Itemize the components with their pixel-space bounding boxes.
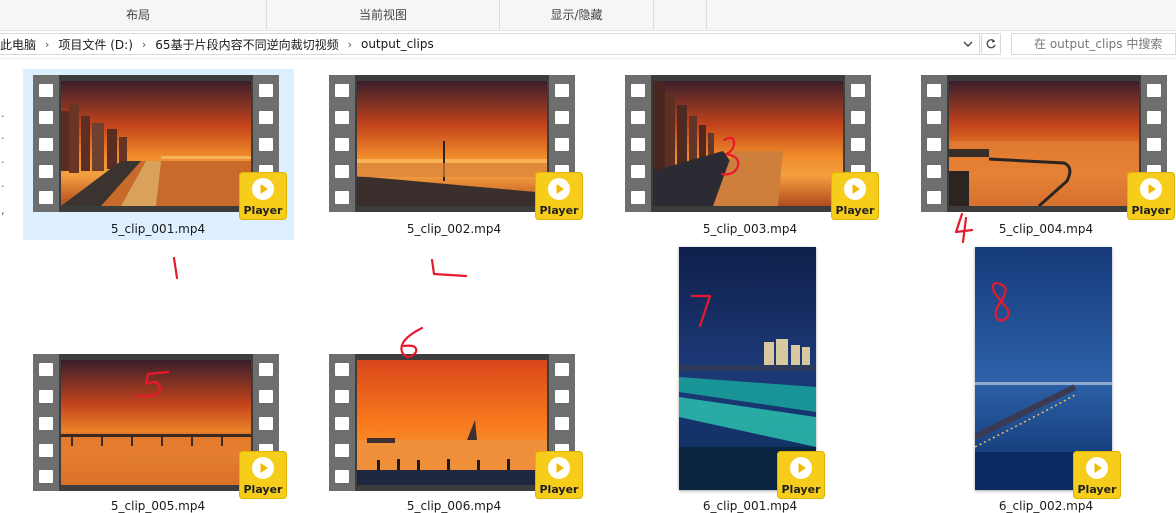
ribbon-group-label: 当前视图 <box>358 8 407 22</box>
chevron-right-icon[interactable]: › <box>42 38 52 51</box>
ribbon-bar: 布局 当前视图 显示/隐藏 <box>0 0 1176 31</box>
ribbon-group-empty <box>654 0 707 30</box>
file-name[interactable]: 5_clip_001.mp4 <box>38 222 278 236</box>
player-badge: Player <box>535 172 583 220</box>
ribbon-group-layout[interactable]: 布局 <box>10 0 267 30</box>
play-icon <box>548 457 570 479</box>
file-name[interactable]: 5_clip_003.mp4 <box>630 222 870 236</box>
video-frame-image <box>61 360 251 485</box>
file-name[interactable]: 6_clip_002.mp4 <box>926 499 1166 513</box>
annotation-6 <box>400 326 424 359</box>
annotation-1 <box>172 256 179 280</box>
video-frame-image <box>357 360 547 485</box>
play-icon <box>252 457 274 479</box>
player-label: Player <box>781 483 821 496</box>
player-label: Player <box>539 483 579 496</box>
search-input[interactable] <box>1011 33 1176 55</box>
player-label: Player <box>1077 483 1117 496</box>
play-icon <box>548 178 570 200</box>
player-badge: Player <box>1073 451 1121 499</box>
ribbon-group-current-view[interactable]: 当前视图 <box>267 0 500 30</box>
player-label: Player <box>539 204 579 217</box>
chevron-right-icon[interactable]: › <box>139 38 149 51</box>
nav-fragment: · <box>1 156 5 169</box>
annotation-2 <box>430 258 468 278</box>
nav-fragment: , <box>1 204 5 217</box>
video-frame-image <box>653 81 843 206</box>
player-badge: Player <box>777 451 825 499</box>
play-icon <box>1140 178 1162 200</box>
refresh-icon <box>986 39 996 49</box>
breadcrumb-drive[interactable]: 项目文件 (D:) <box>52 36 138 53</box>
player-label: Player <box>243 204 283 217</box>
file-name[interactable]: 5_clip_005.mp4 <box>38 499 278 513</box>
play-icon <box>1086 457 1108 479</box>
nav-fragment: · <box>1 110 5 123</box>
player-badge: Player <box>239 451 287 499</box>
address-row: 此电脑 › 项目文件 (D:) › 65基于片段内容不同逆向裁切视频 › out… <box>0 31 1176 59</box>
video-frame-image <box>357 81 547 206</box>
video-frame-image <box>949 81 1139 206</box>
play-icon <box>844 178 866 200</box>
refresh-button[interactable] <box>981 33 1001 55</box>
navigation-pane-edge[interactable]: · · · · , <box>0 60 12 506</box>
player-label: Player <box>243 483 283 496</box>
video-frame-image <box>61 81 251 206</box>
player-badge: Player <box>1127 172 1175 220</box>
player-badge: Player <box>239 172 287 220</box>
file-name[interactable]: 5_clip_006.mp4 <box>334 499 574 513</box>
ribbon-group-label: 显示/隐藏 <box>550 8 603 22</box>
file-name[interactable]: 5_clip_002.mp4 <box>334 222 574 236</box>
breadcrumb-output-clips[interactable]: output_clips <box>355 37 440 51</box>
file-name[interactable]: 5_clip_004.mp4 <box>926 222 1166 236</box>
player-label: Player <box>835 204 875 217</box>
address-bar[interactable]: 此电脑 › 项目文件 (D:) › 65基于片段内容不同逆向裁切视频 › out… <box>0 33 980 55</box>
play-icon <box>252 178 274 200</box>
ribbon-group-label: 布局 <box>125 8 150 22</box>
chevron-down-icon[interactable] <box>961 37 975 51</box>
ribbon-group-show-hide[interactable]: 显示/隐藏 <box>500 0 654 30</box>
breadcrumb-project-folder[interactable]: 65基于片段内容不同逆向裁切视频 <box>149 36 344 53</box>
chevron-right-icon[interactable]: › <box>345 38 355 51</box>
nav-fragment: · <box>1 180 5 193</box>
player-label: Player <box>1131 204 1171 217</box>
player-badge: Player <box>831 172 879 220</box>
breadcrumb-this-pc[interactable]: 此电脑 <box>0 36 42 53</box>
file-name[interactable]: 6_clip_001.mp4 <box>630 499 870 513</box>
nav-fragment: · <box>1 132 5 145</box>
player-badge: Player <box>535 451 583 499</box>
play-icon <box>790 457 812 479</box>
